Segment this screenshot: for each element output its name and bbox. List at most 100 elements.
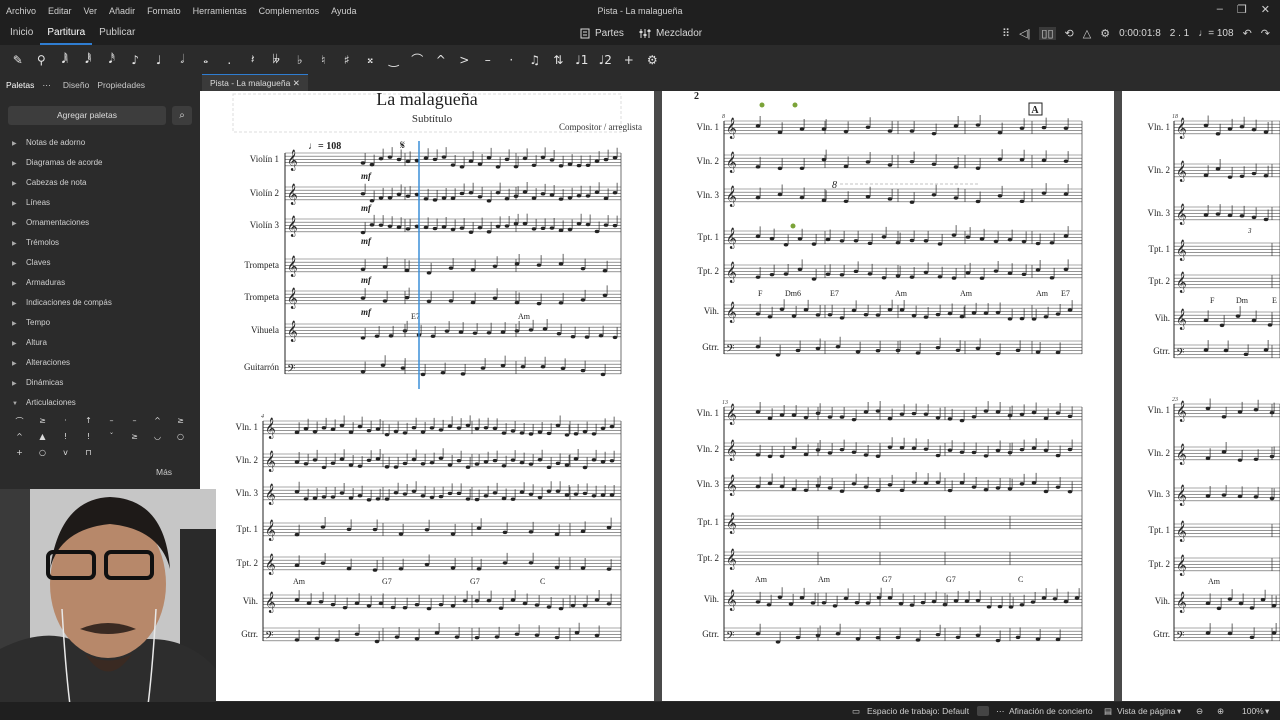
menu-ver[interactable]: Ver [78,6,104,16]
rest-icon[interactable]: 𝄽 [241,52,265,67]
mixer-button[interactable]: Mezclador [639,21,702,45]
articulation-cell[interactable]: ! [54,432,77,448]
instrument-label[interactable]: Trompeta [244,260,279,270]
concert-pitch-toggle[interactable] [977,706,989,716]
palette-item[interactable]: ▶ Ornamentaciones [0,213,200,233]
chord-symbol[interactable]: E7 [1061,289,1070,298]
instrument-label[interactable]: Tpt. 2 [1149,559,1171,569]
rewind-icon[interactable]: ◁| [1019,27,1030,40]
play-icon[interactable]: ▯▯ [1039,26,1056,40]
menu-complementos[interactable]: Complementos [253,6,326,16]
score-canvas[interactable]: La malagueña Subtítulo Compositor / arre… [200,91,1280,701]
add-icon[interactable]: + [617,53,641,67]
menu-anadir[interactable]: Añadir [103,6,141,16]
loop-icon[interactable]: ⟲ [1065,27,1074,40]
close-icon[interactable]: ✕ [1261,3,1270,16]
articulation-cell[interactable]: – [123,416,146,432]
chord-symbol[interactable]: G7 [882,575,892,584]
articulation-cell[interactable]: ˇ [100,432,123,448]
double-flat-icon[interactable]: 𝄫 [265,52,289,67]
score-title[interactable]: La malagueña [376,91,477,109]
chord-symbol[interactable]: G7 [382,577,392,586]
articulation-cell[interactable]: + [8,448,31,464]
dynamic-marking[interactable]: mf [361,307,372,317]
32nd-note-icon[interactable]: 𝅘𝅥𝅱 [77,52,101,67]
menu-formato[interactable]: Formato [141,6,187,16]
zoom-dropdown-icon[interactable]: ▾ [1265,702,1269,720]
chord-symbol[interactable]: Am [755,575,768,584]
instrument-label[interactable]: Vih. [1155,596,1170,606]
accent-icon[interactable]: > [453,53,477,67]
instrument-label[interactable]: Vih. [704,306,719,316]
instrument-label[interactable]: Vih. [243,596,258,606]
tempo-marking[interactable]: ♩= 108 [308,141,341,152]
flip-icon[interactable]: ⇅ [547,53,571,67]
instrument-label[interactable]: Violín 2 [250,188,279,198]
articulation-cell[interactable]: ○ [169,432,192,448]
chord-symbol[interactable]: Am [960,289,973,298]
instrument-label[interactable]: Trompeta [244,292,279,302]
articulation-cell[interactable]: ○ [31,448,54,464]
instrument-label[interactable]: Tpt. 1 [1149,244,1171,254]
quarter-note-icon[interactable]: ♩ [147,53,171,67]
instrument-label[interactable]: Tpt. 2 [698,266,720,276]
instrument-label[interactable]: Vln. 1 [1148,122,1171,132]
parts-button[interactable]: Partes [580,21,624,45]
zoom-level[interactable]: 100% [1242,702,1264,720]
instrument-label[interactable]: Tpt. 1 [1149,525,1171,535]
instrument-label[interactable]: Tpt. 2 [237,558,259,568]
minimize-icon[interactable]: – [1217,3,1223,16]
palette-item[interactable]: ▶ Claves [0,253,200,273]
pencil-icon[interactable]: ✎ [6,53,30,67]
instrument-label[interactable]: Vln. 3 [697,190,720,200]
instrument-label[interactable]: Vln. 3 [697,479,720,489]
instrument-label[interactable]: Vih. [1155,313,1170,323]
palette-item[interactable]: ▶ Líneas [0,193,200,213]
articulation-cell[interactable]: ◡ [146,432,169,448]
palette-item[interactable]: ▶ Altura [0,333,200,353]
articulation-cell[interactable]: ^ [8,432,31,448]
selected-note[interactable] [759,102,765,108]
chord-symbol[interactable]: Am [1036,289,1049,298]
chord-symbol[interactable]: F [1210,296,1215,305]
instrument-label[interactable]: Vln. 1 [236,422,259,432]
palette-item[interactable]: ▼ Articulaciones [0,393,200,413]
instrument-label[interactable]: Gtrr. [1153,346,1170,356]
articulation-cell[interactable]: ≥ [31,416,54,432]
16th-note-icon[interactable]: 𝅘𝅥𝅰 [100,52,124,67]
whole-note-icon[interactable]: 𝅝 [194,52,218,67]
articulation-cell[interactable]: ↑ [77,416,100,432]
double-sharp-icon[interactable]: 𝄪 [359,52,383,67]
instrument-label[interactable]: Vln. 1 [1148,405,1171,415]
dynamic-marking[interactable]: mf [361,236,372,246]
instrument-label[interactable]: Tpt. 1 [237,524,259,534]
chord-symbol[interactable]: Am [895,289,908,298]
palette-item[interactable]: ▶ Armaduras [0,273,200,293]
natural-icon[interactable]: ♮ [312,53,336,67]
chord-symbol[interactable]: F [758,289,763,298]
panel-menu-icon[interactable]: ⋯ [42,80,51,91]
chord-symbol[interactable]: C [540,577,545,586]
articulation-cell[interactable]: · [54,416,77,432]
tab-partitura[interactable]: Partitura [40,21,93,45]
instrument-label[interactable]: Vln. 3 [236,488,259,498]
instrument-label[interactable]: Vln. 2 [697,444,720,454]
chord-symbol[interactable]: Am [818,575,831,584]
menu-herramientas[interactable]: Herramientas [187,6,253,16]
articulation-cell[interactable]: ≥ [169,416,192,432]
palette-item[interactable]: ▶ Indicaciones de compás [0,293,200,313]
instrument-label[interactable]: Gtrr. [702,629,719,639]
rehearsal-mark[interactable]: A [1031,105,1039,116]
articulation-cell[interactable]: – [100,416,123,432]
instrument-label[interactable]: Gtrr. [241,629,258,639]
more-button[interactable]: Más [156,467,172,477]
chord-symbol[interactable]: Am [518,312,531,321]
instrument-label[interactable]: Gtrr. [1153,629,1170,639]
chord-symbol[interactable]: Am [293,577,306,586]
articulation-cell[interactable]: ! [77,432,100,448]
zoom-in-icon[interactable]: ⊕ [1217,702,1224,720]
articulation-cell[interactable]: ▲ [31,432,54,448]
articulation-cell[interactable]: ^ [146,416,169,432]
concert-pitch-label[interactable]: Afinación de concierto [1009,702,1093,720]
palette-item[interactable]: ▶ Notas de adorno [0,133,200,153]
